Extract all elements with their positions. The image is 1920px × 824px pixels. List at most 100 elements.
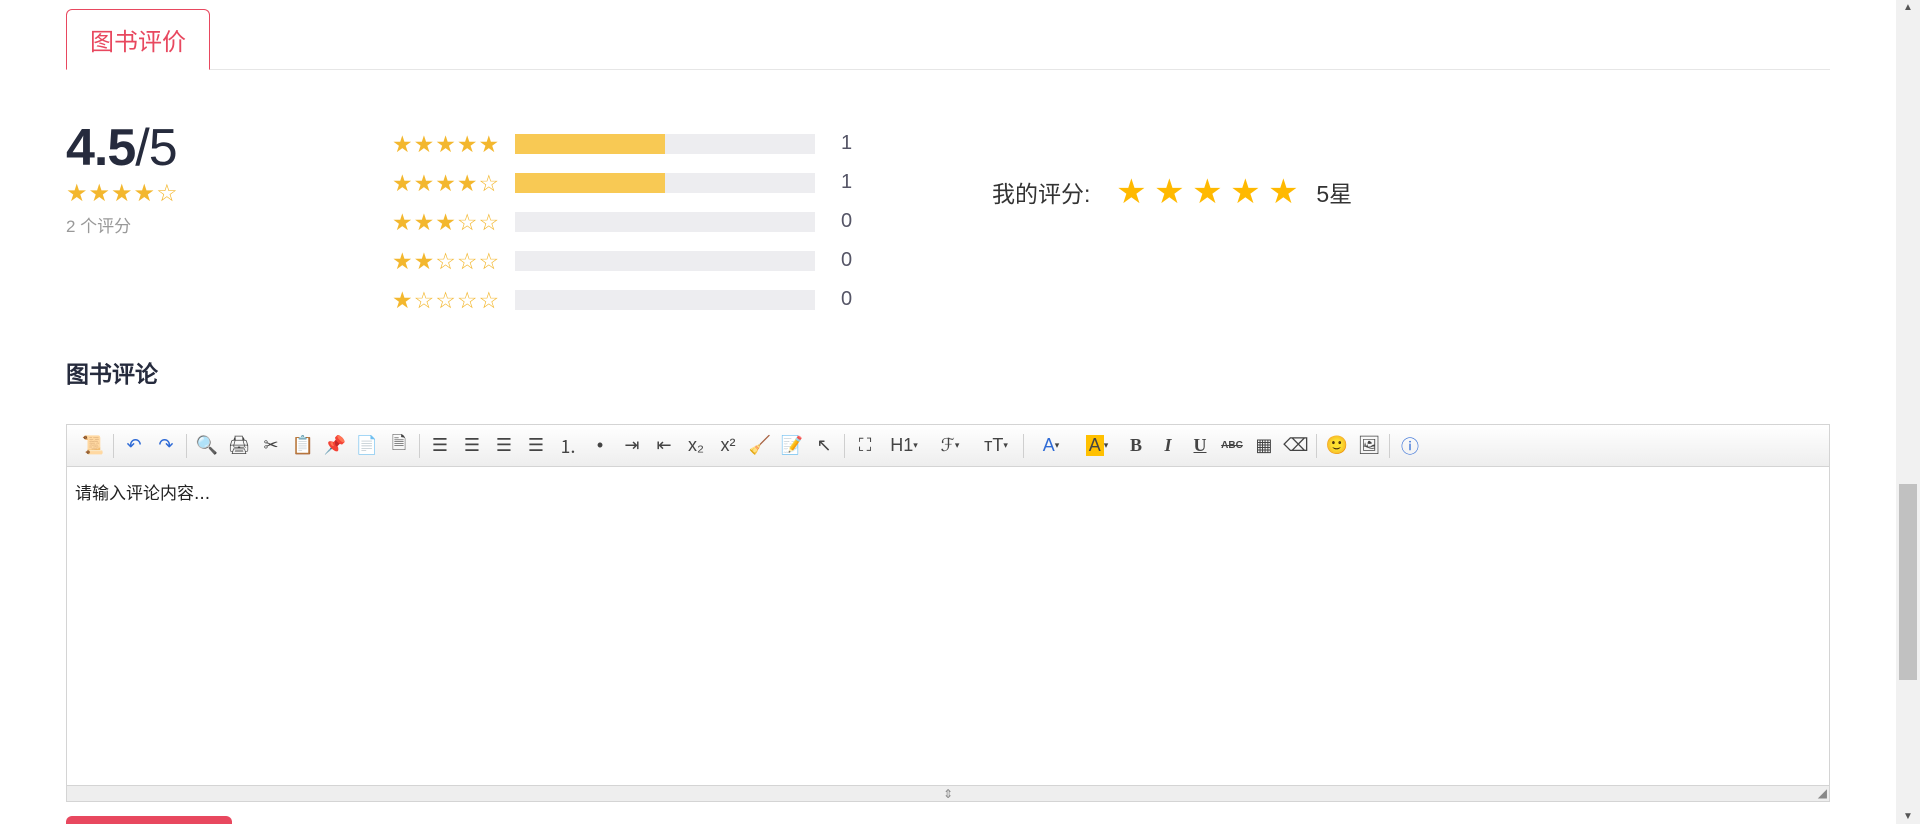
distribution-bar xyxy=(515,172,815,193)
distribution-bar xyxy=(515,250,815,271)
print-icon[interactable]: 🖨 xyxy=(223,431,255,461)
editor-toolbar: 📜 ↶ ↷ 🔍 🖨 ✂ 📋 📌 📄 🗎 ☰ ☰ ☰ ☰ ⒈ • ⇥ ⇤ x₂ x… xyxy=(67,425,1829,467)
distribution-bar-fill xyxy=(515,133,665,154)
row-stars: ★★★★★ xyxy=(392,130,501,157)
distribution-bar xyxy=(515,211,815,232)
cut-icon[interactable]: ✂ xyxy=(255,431,287,461)
italic-button[interactable]: I xyxy=(1152,431,1184,461)
distribution-bar xyxy=(515,289,815,310)
preview-icon[interactable]: 🔍 xyxy=(191,431,223,461)
my-rating-value: 5星 xyxy=(1316,181,1353,207)
table-icon[interactable]: ▦ xyxy=(1248,431,1280,461)
distribution-row-3: ★★★☆☆ 0 xyxy=(392,202,871,241)
rating-count: 2 个评分 xyxy=(66,217,132,236)
toolbar-divider xyxy=(1023,433,1024,458)
average-stars: ★★★★☆ xyxy=(66,180,179,207)
superscript-icon[interactable]: x² xyxy=(712,431,744,461)
font-size-dropdown[interactable]: тT ▾ xyxy=(973,431,1019,461)
row-stars: ★★★★☆ xyxy=(392,169,501,196)
indent-icon[interactable]: ⇥ xyxy=(616,431,648,461)
pointer-icon[interactable]: ↖ xyxy=(808,431,840,461)
row-count: 1 xyxy=(841,171,853,193)
rating-summary: 4.5/5 ★★★★☆ 2 个评分 xyxy=(66,118,179,237)
row-count: 1 xyxy=(841,132,853,154)
scroll-thumb[interactable] xyxy=(1899,484,1917,680)
align-left-icon[interactable]: ☰ xyxy=(424,431,456,461)
underline-button[interactable]: U xyxy=(1184,431,1216,461)
submit-button[interactable] xyxy=(66,816,232,824)
distribution-row-4: ★★★★☆ 1 xyxy=(392,163,871,202)
subscript-icon[interactable]: x₂ xyxy=(680,431,712,461)
distribution-row-1: ★☆☆☆☆ 0 xyxy=(392,280,871,319)
font-icon: ℱ xyxy=(940,435,955,455)
average-score: 4.5/5 xyxy=(66,118,179,178)
distribution-row-5: ★★★★★ 1 xyxy=(392,124,871,163)
comments-heading: 图书评论 xyxy=(66,361,158,387)
chevron-down-icon: ▾ xyxy=(1003,440,1008,450)
unordered-list-icon[interactable]: • xyxy=(584,431,616,461)
bold-button[interactable]: B xyxy=(1120,431,1152,461)
undo-icon[interactable]: ↶ xyxy=(118,431,150,461)
distribution-bar-fill xyxy=(515,172,665,193)
my-rating-stars: ★ ★ ★ ★ ★ xyxy=(1112,172,1302,212)
row-count: 0 xyxy=(841,249,853,271)
my-rating: 我的评分: ★ ★ ★ ★ ★ 5星 xyxy=(992,172,1352,212)
toolbar-divider xyxy=(419,433,420,458)
rating-distribution: ★★★★★ 1 ★★★★☆ 1 ★★★☆☆ 0 ★★☆☆☆ 0 ★☆☆☆☆ 0 xyxy=(392,124,871,319)
align-right-icon[interactable]: ☰ xyxy=(488,431,520,461)
background-color-dropdown[interactable]: A ▾ xyxy=(1074,431,1120,461)
paste-word-icon[interactable]: 🗎 xyxy=(383,431,415,461)
eraser-icon[interactable]: ⌫ xyxy=(1280,431,1312,461)
paste-icon[interactable]: 📌 xyxy=(319,431,351,461)
my-rating-label: 我的评分: xyxy=(992,181,1091,207)
score-max: /5 xyxy=(135,119,177,177)
row-count: 0 xyxy=(841,210,853,232)
font-color-dropdown[interactable]: A ▾ xyxy=(1028,431,1074,461)
font-dropdown[interactable]: ℱ ▾ xyxy=(927,431,973,461)
row-stars: ★★★☆☆ xyxy=(392,208,501,235)
source-icon[interactable]: 📜 xyxy=(77,431,109,461)
resize-icon: ⇕ xyxy=(942,786,954,801)
redo-icon[interactable]: ↷ xyxy=(150,431,182,461)
distribution-row-2: ★★☆☆☆ 0 xyxy=(392,241,871,280)
align-center-icon[interactable]: ☰ xyxy=(456,431,488,461)
editor-resize-handle[interactable]: ⇕ ◢ xyxy=(67,785,1829,801)
chevron-down-icon: ▾ xyxy=(913,440,918,450)
toolbar-divider xyxy=(186,433,187,458)
star-5-icon[interactable]: ★ xyxy=(1264,172,1302,212)
distribution-bar xyxy=(515,133,815,154)
star-2-icon[interactable]: ★ xyxy=(1150,172,1188,212)
strikethrough-button[interactable]: ABC xyxy=(1216,431,1248,461)
help-icon[interactable]: ⓘ xyxy=(1394,431,1426,461)
image-icon[interactable]: 🖼 xyxy=(1353,431,1385,461)
score-value: 4.5 xyxy=(66,119,136,177)
toolbar-divider xyxy=(1316,433,1317,458)
font-color-icon: A xyxy=(1042,435,1055,455)
paste-text-icon[interactable]: 📄 xyxy=(351,431,383,461)
copy-icon[interactable]: 📋 xyxy=(287,431,319,461)
toolbar-divider xyxy=(1389,433,1390,458)
row-stars: ★☆☆☆☆ xyxy=(392,286,501,313)
fullscreen-icon[interactable]: ⛶ xyxy=(849,431,881,461)
toolbar-divider xyxy=(844,433,845,458)
row-stars: ★★☆☆☆ xyxy=(392,247,501,274)
star-3-icon[interactable]: ★ xyxy=(1188,172,1226,212)
comment-editor: 📜 ↶ ↷ 🔍 🖨 ✂ 📋 📌 📄 🗎 ☰ ☰ ☰ ☰ ⒈ • ⇥ ⇤ x₂ x… xyxy=(66,424,1830,802)
chevron-down-icon: ▾ xyxy=(1054,440,1060,450)
tab-book-review[interactable]: 图书评价 xyxy=(66,9,210,70)
row-count: 0 xyxy=(841,288,853,310)
select-all-icon[interactable]: 📝 xyxy=(776,431,808,461)
star-1-icon[interactable]: ★ xyxy=(1112,172,1150,212)
chevron-down-icon: ▾ xyxy=(954,440,960,450)
align-justify-icon[interactable]: ☰ xyxy=(520,431,552,461)
emoji-icon[interactable]: 🙂 xyxy=(1321,431,1353,461)
page-scrollbar[interactable]: ▲ ▼ xyxy=(1896,0,1920,824)
clear-format-icon[interactable]: 🧹 xyxy=(744,431,776,461)
heading-dropdown[interactable]: H1 ▾ xyxy=(881,431,927,461)
star-4-icon[interactable]: ★ xyxy=(1226,172,1264,212)
outdent-icon[interactable]: ⇤ xyxy=(648,431,680,461)
comment-input[interactable]: 请输入评论内容... xyxy=(67,467,1829,787)
scroll-up-icon[interactable]: ▲ xyxy=(1896,2,1920,13)
ordered-list-icon[interactable]: ⒈ xyxy=(552,431,584,461)
scroll-down-icon[interactable]: ▼ xyxy=(1896,811,1920,822)
